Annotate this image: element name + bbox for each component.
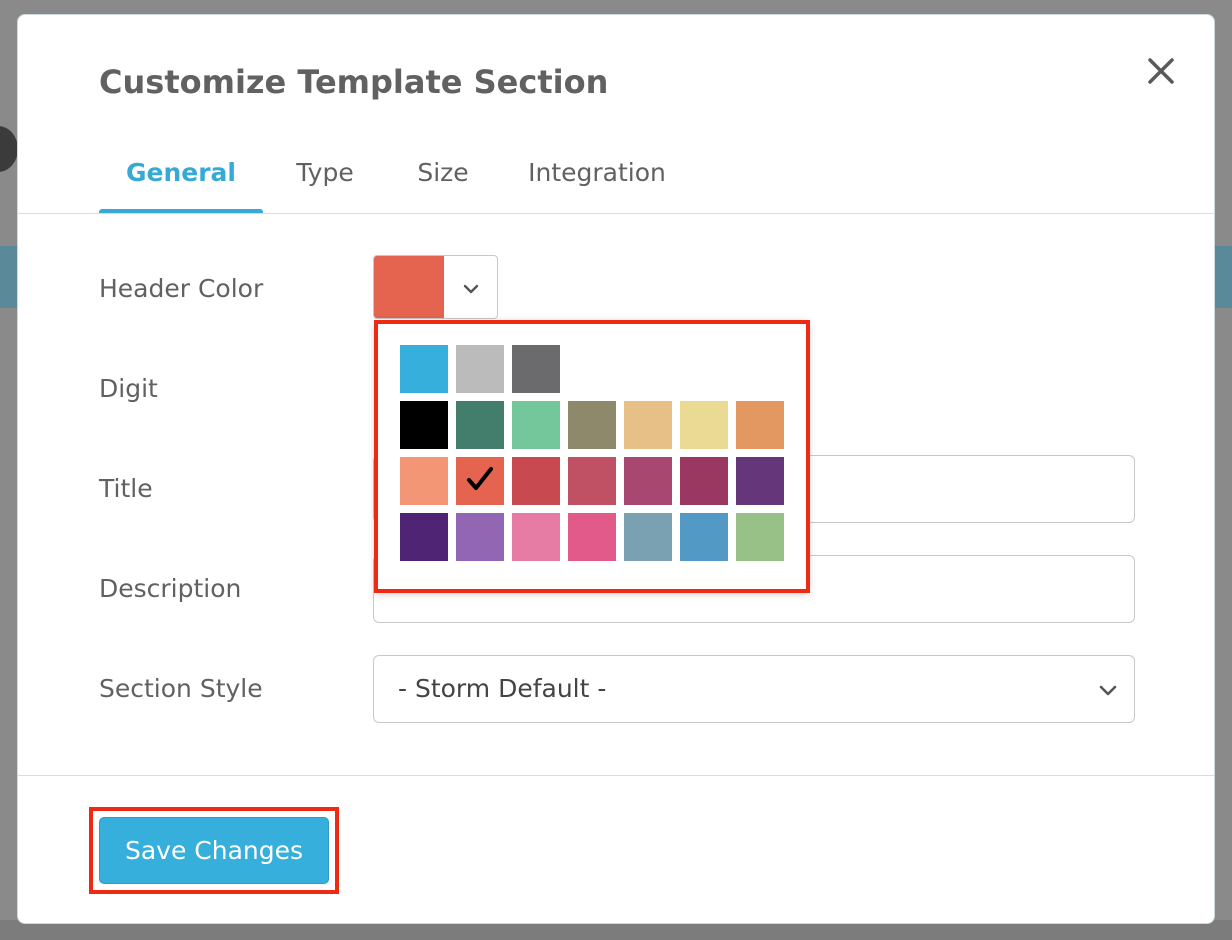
color-swatch[interactable] [680,401,728,449]
color-swatch[interactable] [624,457,672,505]
tab-size-label: Size [417,158,469,187]
color-swatch[interactable] [512,457,560,505]
tab-type[interactable]: Type [285,155,365,213]
section-style-select[interactable]: - Storm Default - [373,655,1135,723]
color-swatch[interactable] [736,457,784,505]
color-swatch[interactable] [456,457,504,505]
tab-divider [18,213,1214,214]
tab-integration[interactable]: Integration [527,155,667,213]
save-changes-button[interactable]: Save Changes [99,817,329,884]
color-swatch[interactable] [512,513,560,561]
tab-type-label: Type [296,158,354,187]
color-swatch[interactable] [400,345,448,393]
chevron-down-icon [1099,685,1117,696]
customize-template-modal: Customize Template Section General Type … [17,14,1215,924]
checkmark-icon [467,467,493,490]
color-swatch[interactable] [624,513,672,561]
header-color-picker[interactable] [373,255,498,319]
color-swatch[interactable] [512,401,560,449]
title-label: Title [99,474,153,503]
color-swatch[interactable] [624,401,672,449]
digit-label: Digit [99,374,158,403]
footer-divider [18,775,1214,776]
color-swatch[interactable] [568,513,616,561]
color-swatch[interactable] [400,513,448,561]
tab-general-label: General [126,158,236,187]
color-swatch[interactable] [456,401,504,449]
chevron-down-icon [463,284,479,294]
section-style-label: Section Style [99,674,263,703]
color-swatch[interactable] [400,457,448,505]
color-swatch[interactable] [568,401,616,449]
tab-integration-label: Integration [528,158,666,187]
color-swatch[interactable] [512,345,560,393]
section-style-value: - Storm Default - [398,674,607,703]
modal-title: Customize Template Section [99,63,609,101]
color-swatch[interactable] [680,513,728,561]
tab-general[interactable]: General [99,155,263,214]
color-swatch[interactable] [400,401,448,449]
tab-size[interactable]: Size [408,155,478,213]
color-swatch[interactable] [568,457,616,505]
backdrop-avatar [0,126,18,172]
color-swatch[interactable] [680,457,728,505]
color-palette-dropdown [376,321,808,591]
description-label: Description [99,574,242,603]
color-swatch[interactable] [736,513,784,561]
close-button[interactable] [1141,51,1181,91]
color-swatch[interactable] [456,513,504,561]
header-color-label: Header Color [99,274,264,303]
close-icon [1148,58,1174,84]
color-swatch[interactable] [456,345,504,393]
color-swatch[interactable] [736,401,784,449]
current-color-swatch [374,256,444,318]
